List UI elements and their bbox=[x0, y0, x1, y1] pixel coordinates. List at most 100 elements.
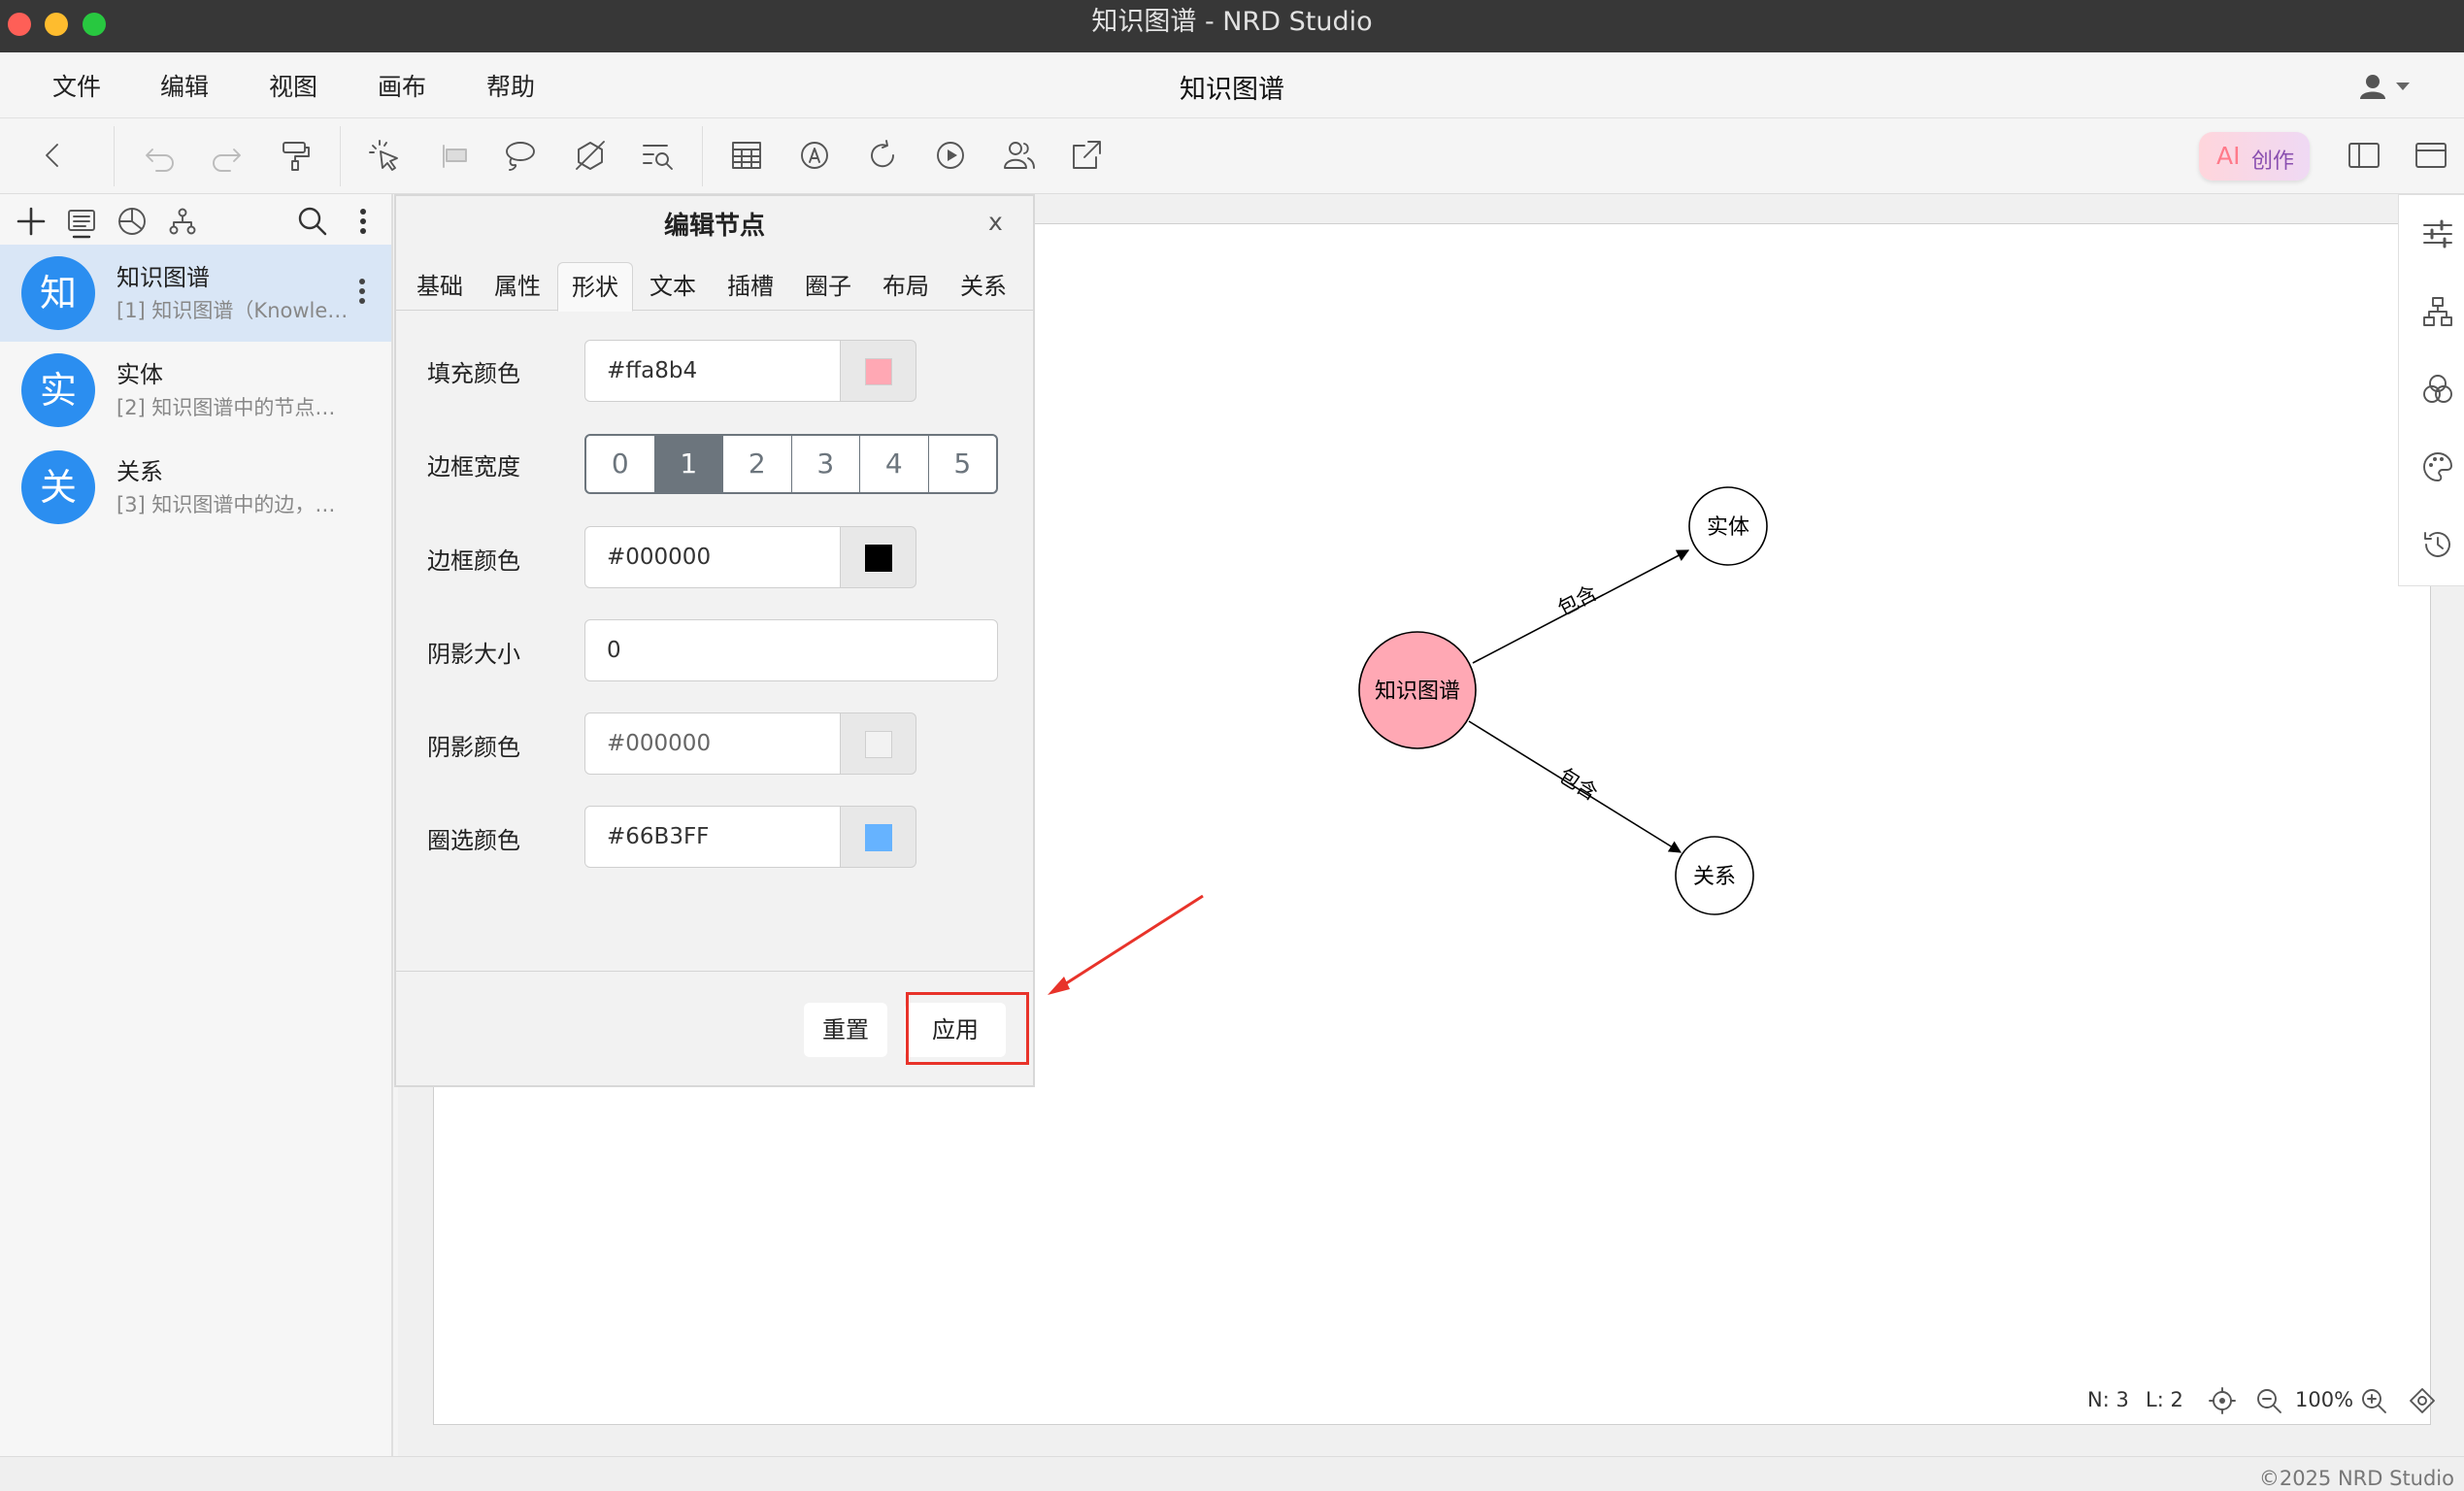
tab-properties[interactable]: 属性 bbox=[482, 262, 553, 311]
history-panel-button[interactable] bbox=[2418, 525, 2457, 564]
border-color-input[interactable]: #000000 bbox=[584, 526, 841, 588]
marquee-tool-button[interactable] bbox=[435, 136, 474, 175]
chart-view-button[interactable] bbox=[113, 202, 151, 241]
doc-name: 知识图谱 bbox=[117, 264, 210, 291]
panel-top-icon bbox=[2415, 143, 2447, 168]
fill-color-label: 填充颜色 bbox=[427, 360, 520, 387]
layout-panel-button[interactable] bbox=[2418, 292, 2457, 331]
node-label: 知识图谱 bbox=[1375, 679, 1460, 704]
node-knowledge-graph[interactable]: 知识图谱 bbox=[1358, 631, 1477, 749]
zoom-level: 100% bbox=[2295, 1388, 2354, 1411]
tab-shape[interactable]: 形状 bbox=[557, 262, 633, 312]
play-icon bbox=[937, 142, 964, 169]
fill-color-input[interactable]: #ffa8b4 bbox=[584, 340, 841, 402]
node-relation[interactable]: 关系 bbox=[1675, 836, 1754, 915]
shadow-size-label: 阴影大小 bbox=[427, 641, 520, 668]
tab-slots[interactable]: 插槽 bbox=[715, 262, 786, 311]
refresh-icon bbox=[871, 140, 894, 168]
border-width-option-0[interactable]: 0 bbox=[586, 436, 655, 492]
users-button[interactable] bbox=[1000, 136, 1039, 175]
hide-tool-button[interactable] bbox=[571, 136, 610, 175]
border-color-label: 边框颜色 bbox=[427, 547, 520, 575]
add-document-button[interactable] bbox=[12, 202, 50, 241]
zoom-in-button[interactable] bbox=[2359, 1386, 2388, 1415]
shadow-size-input[interactable]: 0 bbox=[584, 619, 998, 681]
color-swatch bbox=[865, 358, 892, 385]
tab-basic[interactable]: 基础 bbox=[404, 262, 476, 311]
format-painter-icon bbox=[283, 142, 310, 171]
doc-description: [2] 知识图谱中的节点，描述实体 bbox=[117, 396, 350, 419]
search-icon bbox=[298, 207, 327, 236]
fill-color-picker[interactable] bbox=[841, 340, 916, 402]
border-width-option-4[interactable]: 4 bbox=[860, 436, 929, 492]
style-panel-button[interactable] bbox=[2418, 447, 2457, 486]
sliders-icon bbox=[2423, 219, 2452, 248]
export-button[interactable] bbox=[1067, 136, 1106, 175]
edge-contains-entity[interactable]: 包含 bbox=[1472, 549, 1690, 664]
fit-view-button[interactable] bbox=[2408, 1386, 2437, 1415]
locate-button[interactable] bbox=[2208, 1386, 2237, 1415]
doc-more-button[interactable] bbox=[348, 272, 377, 311]
node-label: 实体 bbox=[1707, 515, 1749, 540]
border-width-option-3[interactable]: 3 bbox=[792, 436, 860, 492]
doc-name: 关系 bbox=[117, 458, 163, 485]
border-width-option-1[interactable]: 1 bbox=[654, 436, 723, 492]
doc-item-knowledge-graph[interactable]: 知 知识图谱 [1] 知识图谱（Knowledge Graph） bbox=[0, 245, 391, 342]
format-painter-button[interactable] bbox=[277, 136, 316, 175]
border-color-picker[interactable] bbox=[841, 526, 916, 588]
tab-layout[interactable]: 布局 bbox=[870, 262, 942, 311]
group-panel-button[interactable] bbox=[2418, 370, 2457, 409]
list-search-icon bbox=[643, 145, 673, 170]
document-sidebar: 知 知识图谱 [1] 知识图谱（Knowledge Graph） 实 实体 [2… bbox=[0, 194, 393, 1456]
ai-create-button[interactable]: AI 创作 bbox=[2199, 132, 2310, 181]
back-button[interactable] bbox=[34, 136, 73, 175]
lasso-tool-button[interactable] bbox=[500, 136, 539, 175]
border-width-option-2[interactable]: 2 bbox=[723, 436, 792, 492]
sidebar-more-button[interactable] bbox=[344, 202, 383, 241]
shadow-color-picker[interactable] bbox=[841, 712, 916, 775]
auto-text-button[interactable] bbox=[795, 136, 834, 175]
edit-node-dialog: 编辑节点 x 基础 属性 形状 文本 插槽 圈子 布局 关系 填充颜色 #ffa… bbox=[394, 194, 1035, 1087]
table-button[interactable] bbox=[727, 136, 766, 175]
select-color-input[interactable]: #66B3FF bbox=[584, 806, 841, 868]
palette-icon bbox=[2423, 452, 2452, 481]
dialog-tabs: 基础 属性 形状 文本 插槽 圈子 布局 关系 bbox=[396, 262, 1033, 312]
search-button[interactable] bbox=[293, 202, 332, 241]
toggle-top-panel-button[interactable] bbox=[2412, 136, 2450, 175]
reset-button[interactable]: 重置 bbox=[804, 1003, 887, 1057]
doc-item-relation[interactable]: 关 关系 [3] 知识图谱中的边，描述关系 bbox=[0, 439, 391, 536]
menubar: 文件 编辑 视图 画布 帮助 知识图谱 bbox=[0, 52, 2464, 118]
right-toolbar bbox=[2398, 194, 2464, 586]
undo-button[interactable] bbox=[141, 136, 180, 175]
tab-text[interactable]: 文本 bbox=[637, 262, 709, 311]
refresh-button[interactable] bbox=[863, 136, 902, 175]
undo-icon bbox=[146, 149, 174, 172]
node-entity[interactable]: 实体 bbox=[1688, 486, 1768, 566]
zoom-in-icon bbox=[2362, 1389, 2386, 1413]
tab-relations[interactable]: 关系 bbox=[948, 262, 1019, 311]
users-icon bbox=[1004, 142, 1035, 169]
doc-item-entity[interactable]: 实 实体 [2] 知识图谱中的节点，描述实体 bbox=[0, 342, 391, 439]
close-dialog-button[interactable]: x bbox=[988, 208, 1003, 236]
border-width-option-5[interactable]: 5 bbox=[929, 436, 997, 492]
toggle-left-panel-button[interactable] bbox=[2345, 136, 2383, 175]
select-color-picker[interactable] bbox=[841, 806, 916, 868]
shadow-color-label: 阴影颜色 bbox=[427, 734, 520, 761]
window-titlebar: 知识图谱 - NRD Studio bbox=[0, 0, 2464, 52]
redo-button[interactable] bbox=[207, 136, 246, 175]
play-button[interactable] bbox=[931, 136, 970, 175]
auto-text-icon bbox=[801, 142, 828, 169]
tab-circles[interactable]: 圈子 bbox=[792, 262, 864, 311]
settings-panel-button[interactable] bbox=[2418, 215, 2457, 253]
pie-chart-icon bbox=[118, 208, 146, 235]
list-view-button[interactable] bbox=[62, 202, 101, 241]
search-list-button[interactable] bbox=[638, 136, 677, 175]
doc-name: 实体 bbox=[117, 361, 163, 388]
color-swatch bbox=[865, 824, 892, 851]
tree-view-button[interactable] bbox=[163, 202, 202, 241]
shadow-color-input[interactable]: #000000 bbox=[584, 712, 841, 775]
edge-contains-relation[interactable]: 包含 bbox=[1468, 720, 1682, 853]
zoom-out-button[interactable] bbox=[2254, 1386, 2283, 1415]
select-tool-button[interactable] bbox=[365, 136, 404, 175]
user-menu[interactable] bbox=[2355, 72, 2414, 103]
